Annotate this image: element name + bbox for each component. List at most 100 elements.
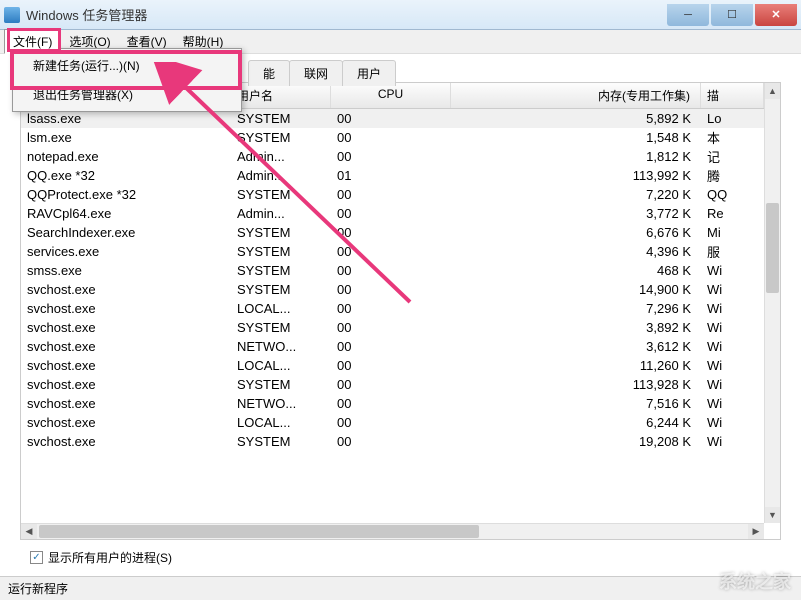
menu-file[interactable]: 文件(F) [4,29,61,54]
cell-name: svchost.exe [21,415,231,430]
window-controls: ─ ☐ ✕ [667,4,797,26]
tab-performance[interactable]: 能 [248,60,290,86]
col-memory[interactable]: 内存(专用工作集) [451,83,701,108]
menu-exit[interactable]: 退出任务管理器(X) [15,80,239,109]
table-row[interactable]: svchost.exeNETWO...003,612 KWi [21,337,764,356]
cell-cpu: 01 [331,168,451,183]
vertical-scrollbar[interactable]: ▲ ▼ [764,83,780,523]
titlebar: Windows 任务管理器 ─ ☐ ✕ [0,0,801,30]
app-icon [4,7,20,23]
cell-desc: Wi [701,377,764,392]
maximize-button[interactable]: ☐ [711,4,753,26]
cell-desc: Wi [701,358,764,373]
vscroll-thumb[interactable] [766,203,779,293]
cell-cpu: 00 [331,206,451,221]
cell-desc: Mi [701,225,764,240]
horizontal-scrollbar[interactable]: ◀ ▶ [21,523,764,539]
cell-cpu: 00 [331,415,451,430]
cell-cpu: 00 [331,358,451,373]
cell-cpu: 00 [331,187,451,202]
table-row[interactable]: svchost.exeNETWO...007,516 KWi [21,394,764,413]
table-row[interactable]: QQProtect.exe *32SYSTEM007,220 KQQ [21,185,764,204]
cell-desc: Wi [701,434,764,449]
table-row[interactable]: svchost.exeLOCAL...006,244 KWi [21,413,764,432]
cell-user: LOCAL... [231,415,331,430]
scroll-up-button[interactable]: ▲ [765,83,780,99]
cell-desc: Wi [701,263,764,278]
show-all-users-checkbox[interactable]: ✓ [30,551,43,564]
cell-desc: 服 [701,242,764,261]
cell-user: SYSTEM [231,282,331,297]
cell-user: SYSTEM [231,187,331,202]
cell-name: svchost.exe [21,358,231,373]
cell-cpu: 00 [331,263,451,278]
col-cpu[interactable]: CPU [331,83,451,108]
cell-mem: 7,220 K [451,187,701,202]
tab-users[interactable]: 用户 [342,60,396,86]
cell-user: LOCAL... [231,358,331,373]
scroll-down-button[interactable]: ▼ [765,507,780,523]
cell-name: SearchIndexer.exe [21,225,231,240]
menu-new-task[interactable]: 新建任务(运行...)(N) [15,51,239,80]
window-title: Windows 任务管理器 [26,5,667,24]
cell-desc: Re [701,206,764,221]
cell-mem: 1,548 K [451,130,701,145]
table-row[interactable]: QQ.exe *32Admin...01113,992 K腾 [21,166,764,185]
table-row[interactable]: svchost.exeSYSTEM00113,928 KWi [21,375,764,394]
cell-user: SYSTEM [231,263,331,278]
cell-mem: 7,516 K [451,396,701,411]
table-row[interactable]: lsm.exeSYSTEM001,548 K本 [21,128,764,147]
cell-user: SYSTEM [231,320,331,335]
cell-user: NETWO... [231,396,331,411]
cell-user: SYSTEM [231,244,331,259]
cell-name: svchost.exe [21,320,231,335]
process-table: 映像名称 用户名 CPU 内存(专用工作集) 描 lsass.exeSYSTEM… [21,83,764,523]
cell-cpu: 00 [331,111,451,126]
cell-mem: 468 K [451,263,701,278]
cell-desc: Wi [701,301,764,316]
cell-user: LOCAL... [231,301,331,316]
table-row[interactable]: services.exeSYSTEM004,396 K服 [21,242,764,261]
table-row[interactable]: svchost.exeSYSTEM0014,900 KWi [21,280,764,299]
cell-name: svchost.exe [21,282,231,297]
col-desc[interactable]: 描 [701,83,764,108]
hscroll-thumb[interactable] [39,525,479,538]
cell-user: Admin... [231,206,331,221]
cell-mem: 7,296 K [451,301,701,316]
cell-cpu: 00 [331,396,451,411]
cell-mem: 3,892 K [451,320,701,335]
scroll-left-button[interactable]: ◀ [21,524,37,539]
cell-desc: Wi [701,282,764,297]
scroll-right-button[interactable]: ▶ [748,524,764,539]
cell-desc: 记 [701,147,764,166]
close-button[interactable]: ✕ [755,4,797,26]
minimize-button[interactable]: ─ [667,4,709,26]
cell-desc: 本 [701,128,764,147]
cell-desc: Lo [701,111,764,126]
cell-name: lsm.exe [21,130,231,145]
cell-cpu: 00 [331,130,451,145]
col-user-name[interactable]: 用户名 [231,83,331,108]
cell-cpu: 00 [331,225,451,240]
table-row[interactable]: RAVCpl64.exeAdmin...003,772 KRe [21,204,764,223]
cell-mem: 19,208 K [451,434,701,449]
process-list-frame: 映像名称 用户名 CPU 内存(专用工作集) 描 lsass.exeSYSTEM… [20,82,781,540]
cell-mem: 14,900 K [451,282,701,297]
cell-name: smss.exe [21,263,231,278]
tab-network[interactable]: 联网 [289,60,343,86]
cell-mem: 3,772 K [451,206,701,221]
cell-user: Admin... [231,168,331,183]
table-row[interactable]: smss.exeSYSTEM00468 KWi [21,261,764,280]
table-row[interactable]: svchost.exeSYSTEM0019,208 KWi [21,432,764,451]
cell-name: svchost.exe [21,396,231,411]
show-all-users-row[interactable]: ✓ 显示所有用户的进程(S) [30,549,172,566]
cell-name: notepad.exe [21,149,231,164]
table-row[interactable]: svchost.exeLOCAL...007,296 KWi [21,299,764,318]
table-row[interactable]: svchost.exeSYSTEM003,892 KWi [21,318,764,337]
table-row[interactable]: notepad.exeAdmin...001,812 K记 [21,147,764,166]
cell-mem: 1,812 K [451,149,701,164]
table-row[interactable]: svchost.exeLOCAL...0011,260 KWi [21,356,764,375]
cell-cpu: 00 [331,339,451,354]
file-menu-dropdown: 新建任务(运行...)(N) 退出任务管理器(X) [12,48,242,112]
table-row[interactable]: SearchIndexer.exeSYSTEM006,676 KMi [21,223,764,242]
